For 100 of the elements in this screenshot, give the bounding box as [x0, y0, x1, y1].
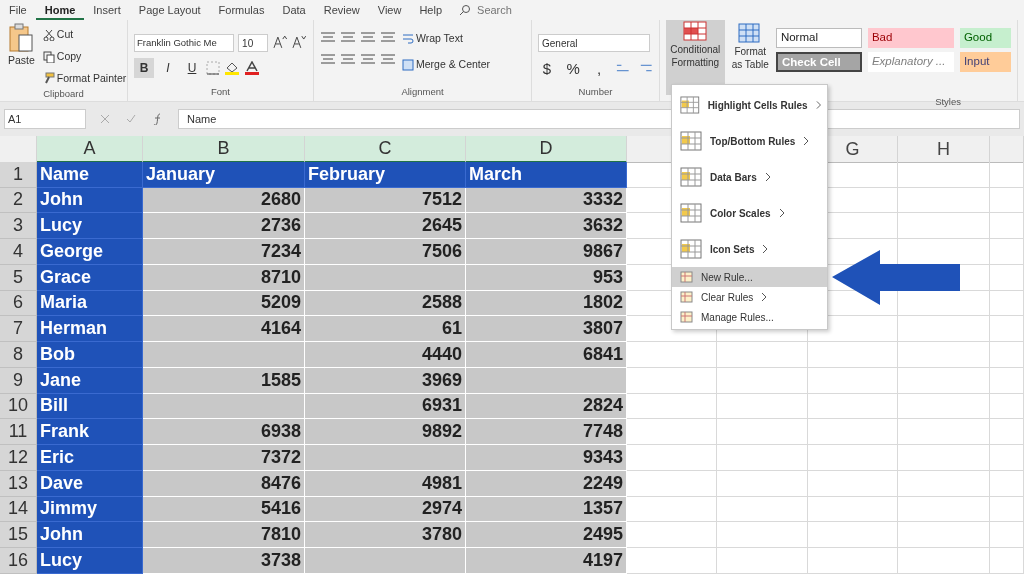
ribbon-tab[interactable]: Insert — [84, 0, 130, 20]
ribbon-tab[interactable]: Review — [314, 0, 369, 20]
value-cell: 9892 — [305, 419, 466, 445]
grid-cell — [990, 419, 1024, 445]
row-header[interactable]: 10 — [0, 393, 37, 420]
font-size-field[interactable]: 10 — [238, 34, 268, 52]
top-align-icon[interactable] — [320, 30, 336, 44]
ribbon-tab[interactable]: Home — [35, 0, 85, 20]
chevron-icon — [762, 244, 769, 254]
row-header[interactable]: 3 — [0, 213, 37, 239]
cell-style-option[interactable]: Input — [959, 52, 1011, 72]
value-cell: 7810 — [143, 522, 305, 548]
format-painter-button[interactable]: Format Painter — [40, 69, 129, 88]
group-label: Styles — [935, 95, 961, 109]
ribbon-tab[interactable]: Data — [273, 0, 315, 20]
underline-button[interactable]: U — [182, 58, 202, 78]
align-left-icon[interactable] — [320, 52, 336, 66]
merge-center-button[interactable]: Merge & Center — [400, 55, 493, 74]
cell-style-option[interactable]: Explanatory ... — [867, 52, 954, 72]
column-header[interactable]: H — [898, 136, 990, 163]
row-header[interactable]: 16 — [0, 548, 37, 574]
comma-button[interactable]: , — [590, 58, 609, 78]
menu-item[interactable]: Icon Sets — [672, 231, 827, 267]
rules-icon — [680, 95, 700, 115]
bottom-align-icon[interactable] — [360, 30, 376, 44]
bold-button[interactable]: B — [134, 58, 154, 78]
shrink-font-icon[interactable] — [291, 34, 307, 50]
wrap-text-button[interactable]: Wrap Text — [400, 30, 493, 48]
align-right-icon[interactable] — [360, 52, 376, 66]
row-header[interactable]: 9 — [0, 367, 37, 394]
menu-item[interactable]: Color Scales — [672, 195, 827, 231]
font-color-icon[interactable] — [244, 61, 260, 75]
row-header[interactable]: 6 — [0, 290, 37, 317]
row-header[interactable]: 14 — [0, 496, 37, 523]
row-header[interactable]: 1 — [0, 161, 37, 188]
row-header[interactable]: 2 — [0, 187, 37, 214]
grid-cell — [990, 264, 1024, 291]
column-title: Name — [37, 161, 143, 188]
column-header[interactable]: A — [37, 136, 143, 163]
row-header[interactable]: 13 — [0, 470, 37, 497]
grow-font-icon[interactable] — [271, 34, 288, 50]
middle-align-icon[interactable] — [340, 30, 356, 44]
group-label: Clipboard — [43, 87, 84, 102]
menu-item[interactable]: New Rule... — [672, 267, 827, 287]
row-header[interactable]: 15 — [0, 522, 37, 548]
value-cell: 2645 — [305, 213, 466, 239]
menu-item[interactable]: Clear Rules — [672, 287, 827, 307]
copy-button[interactable]: Copy — [40, 47, 129, 66]
name-cell: Maria — [37, 290, 143, 317]
column-header[interactable]: B — [143, 136, 305, 163]
value-cell: 4440 — [305, 342, 466, 368]
row-header[interactable]: 5 — [0, 264, 37, 291]
column-header[interactable] — [990, 136, 1024, 163]
cell-style-option[interactable]: Normal — [775, 28, 862, 48]
table-icon — [738, 23, 763, 43]
cell-style-option[interactable]: Good — [959, 28, 1011, 48]
row-header[interactable]: 12 — [0, 445, 37, 471]
rules-icon — [680, 271, 693, 283]
cancel-icon[interactable] — [100, 114, 110, 124]
ribbon-tab[interactable]: View — [368, 0, 411, 20]
percent-button[interactable]: % — [564, 58, 583, 78]
currency-button[interactable]: $ — [538, 58, 557, 78]
name-box[interactable]: A1 — [4, 109, 86, 129]
grid-cell — [990, 367, 1024, 394]
check-icon[interactable] — [126, 114, 136, 124]
cut-button[interactable]: Cut — [40, 26, 129, 44]
row-header[interactable]: 11 — [0, 419, 37, 445]
indent-icon[interactable] — [380, 52, 396, 66]
row-header[interactable]: 7 — [0, 316, 37, 342]
value-cell: 61 — [305, 316, 466, 342]
search-field[interactable]: Search — [475, 0, 536, 20]
cell-style-option[interactable]: Bad — [867, 28, 954, 48]
value-cell: 6841 — [466, 342, 627, 368]
font-name-field[interactable]: Franklin Gothic Me — [134, 34, 235, 52]
name-cell: Herman — [37, 316, 143, 342]
paste-button[interactable]: Paste — [6, 22, 37, 88]
menu-item[interactable]: Manage Rules... — [672, 307, 827, 327]
borders-icon[interactable] — [206, 61, 220, 75]
fill-color-icon[interactable] — [224, 61, 240, 75]
center-icon[interactable] — [340, 52, 356, 66]
select-all-corner[interactable] — [0, 136, 37, 163]
clipboard-icon — [8, 23, 35, 53]
row-header[interactable]: 4 — [0, 239, 37, 265]
name-cell: John — [37, 522, 143, 548]
column-header[interactable]: D — [466, 136, 627, 163]
ribbon-tab[interactable]: File — [0, 0, 36, 20]
search-icon — [459, 4, 472, 16]
italic-button[interactable]: I — [158, 58, 178, 78]
grid-cell — [990, 548, 1024, 574]
value-cell: 1802 — [466, 290, 627, 317]
value-cell: 7234 — [143, 239, 305, 265]
value-cell: 2588 — [305, 290, 466, 317]
wrap-icon — [402, 32, 414, 45]
column-header[interactable]: C — [305, 136, 466, 163]
group-label: Font — [211, 84, 230, 99]
ribbon-tab[interactable]: Formulas — [209, 0, 274, 20]
number-format-field[interactable]: General — [538, 34, 650, 52]
ribbon-tab[interactable]: Help — [410, 0, 452, 20]
ribbon-tab[interactable]: Page Layout — [129, 0, 210, 20]
row-header[interactable]: 8 — [0, 342, 37, 368]
